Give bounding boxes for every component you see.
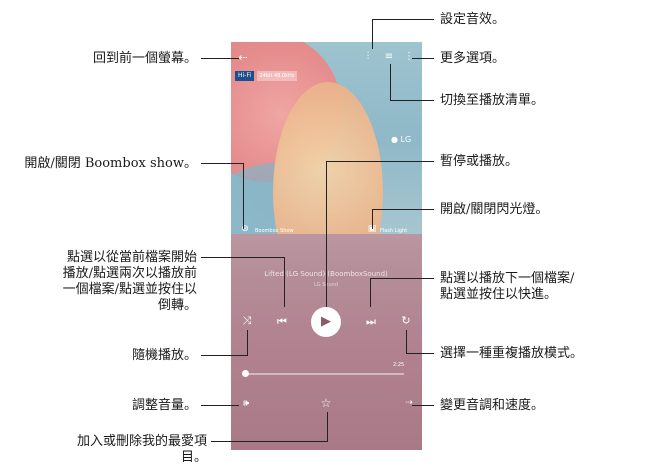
leader-line <box>370 278 371 307</box>
progress-bar[interactable] <box>244 373 404 375</box>
leader-line <box>326 161 327 307</box>
callout-boombox: 開啟/關閉 Boombox show。 <box>24 156 197 171</box>
leader-line <box>370 278 434 279</box>
callout-pitch-speed: 變更音調和速度。 <box>440 398 545 413</box>
leader-line <box>201 405 239 406</box>
leader-line <box>412 405 434 406</box>
repeat-icon[interactable]: ↻ <box>399 314 413 327</box>
progress-handle[interactable] <box>242 370 249 377</box>
hifi-detail: 24bit 48.0kHz <box>257 71 297 81</box>
pitch-icon[interactable]: ⇢ <box>403 398 415 408</box>
callout-rewind-4: 倒轉。 <box>157 298 197 313</box>
callout-back: 回到前一個螢幕。 <box>92 51 197 66</box>
leader-line <box>372 19 434 20</box>
callout-volume: 調整音量。 <box>131 398 197 413</box>
leader-line <box>372 19 373 49</box>
more-vert-icon[interactable]: ⋮ <box>404 51 414 62</box>
leader-line <box>406 330 407 354</box>
play-icon: ▶ <box>321 314 331 329</box>
previous-icon[interactable]: ⏮ <box>275 315 289 329</box>
leader-line <box>201 257 284 258</box>
callout-favorite-1: 加入或刪除我的最愛項 <box>76 434 207 449</box>
lg-logo-icon: ● <box>391 135 398 144</box>
volume-icon[interactable]: 🕪 <box>239 398 253 409</box>
play-button[interactable]: ▶ <box>311 307 341 337</box>
lg-logo: ● LG <box>391 135 411 144</box>
shuffle-icon[interactable]: ⤨ <box>240 314 254 328</box>
callout-next-1: 點選以播放下一個檔案/ <box>440 271 575 286</box>
leader-line <box>243 163 244 229</box>
equalizer-icon[interactable]: ⫶ <box>362 51 374 62</box>
callout-playlist: 切換至播放清單。 <box>440 93 545 108</box>
leader-line <box>201 58 239 59</box>
leader-line <box>390 100 434 101</box>
leader-line <box>201 163 243 164</box>
callout-next-2: 點選並按住以快進。 <box>440 287 558 302</box>
flash-label: Flash Light <box>380 228 408 234</box>
leader-line <box>326 161 434 162</box>
callout-favorite-2: 目。 <box>180 450 207 465</box>
boombox-label: Boombox Show <box>255 228 294 234</box>
leader-line <box>211 441 327 442</box>
leader-line <box>372 209 373 229</box>
playlist-icon[interactable]: ≡ <box>383 51 395 62</box>
callout-more-options: 更多選項。 <box>440 51 506 66</box>
callout-shuffle: 隨機播放。 <box>131 348 197 363</box>
leader-line <box>247 330 248 356</box>
leader-line <box>327 412 328 442</box>
callout-rewind-2: 播放/點選兩次以播放前 <box>62 266 197 281</box>
next-icon[interactable]: ⏭ <box>364 315 378 329</box>
callout-sound-effects: 設定音效。 <box>440 12 506 27</box>
callout-rewind-3: 一個檔案/點選並按住以 <box>62 282 197 297</box>
boombox-icon[interactable]: ⊛ <box>239 224 251 234</box>
callout-rewind-1: 點選以從當前檔案開始 <box>66 250 197 265</box>
lg-logo-text: LG <box>400 135 412 144</box>
callout-pause-play: 暫停或播放。 <box>440 154 519 169</box>
leader-line <box>412 58 434 59</box>
hifi-badge: Hi-Fi <box>235 71 255 81</box>
leader-line <box>406 353 434 354</box>
callout-flash: 開啟/關閉閃光燈。 <box>440 202 549 217</box>
leader-line <box>284 257 285 307</box>
star-icon[interactable]: ☆ <box>319 396 333 410</box>
leader-line <box>372 209 434 210</box>
leader-line <box>390 64 391 100</box>
leader-line <box>201 355 247 356</box>
callout-repeat: 選擇一種重複播放模式。 <box>440 346 584 361</box>
total-time: 2:25 <box>393 362 405 368</box>
